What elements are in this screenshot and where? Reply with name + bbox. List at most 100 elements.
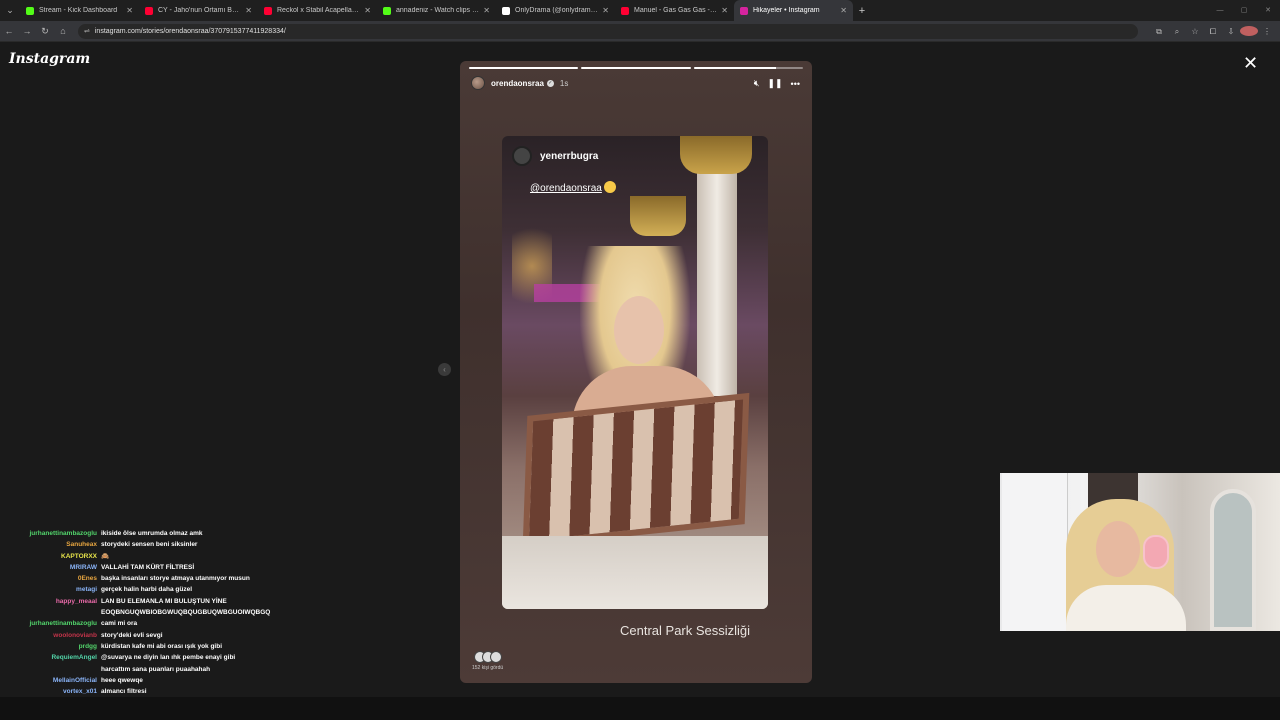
install-icon[interactable]: ⧉ bbox=[1150, 27, 1168, 37]
downloads-icon[interactable]: ⇩ bbox=[1222, 27, 1240, 36]
profile-avatar[interactable] bbox=[1240, 25, 1258, 38]
smile-emoji-icon bbox=[604, 181, 616, 193]
tab-favicon-icon bbox=[383, 6, 391, 15]
chat-username: jurhanettinambazoglu bbox=[29, 530, 97, 537]
backgammon-board bbox=[522, 392, 750, 548]
tab-close-icon[interactable]: ✕ bbox=[483, 6, 490, 15]
window-close-icon[interactable]: ✕ bbox=[1256, 0, 1280, 21]
repost-avatar[interactable] bbox=[512, 146, 532, 166]
story-username[interactable]: orendaonsraa bbox=[491, 79, 544, 88]
tab-close-icon[interactable]: ✕ bbox=[840, 6, 847, 15]
stream-chat-overlay: jurhanettinambazoglu ikiside ölse umrumda… bbox=[0, 528, 270, 697]
tab-title: Hikayeler • Instagram bbox=[753, 7, 820, 14]
address-bar[interactable]: ⇌ instagram.com/stories/orendaonsraa/370… bbox=[78, 23, 1138, 39]
tab-favicon-icon bbox=[264, 6, 272, 15]
chat-message: Sanuheax storydeki sensen beni siksinler bbox=[0, 539, 270, 550]
chat-username: 0Enes bbox=[77, 575, 97, 583]
chat-username: MellainOfficial bbox=[52, 676, 97, 684]
viewer-avatars[interactable] bbox=[474, 651, 502, 663]
tab-close-icon[interactable]: ✕ bbox=[126, 6, 133, 15]
chat-message: MRIRAW VALLAHİ TAM KÜRT FİLTRESİ bbox=[0, 562, 270, 573]
zoom-icon[interactable]: ⌕ bbox=[1168, 27, 1186, 37]
mention-sticker[interactable]: @orendaonsraa bbox=[530, 183, 602, 194]
verified-badge-icon: ✓ bbox=[546, 79, 554, 87]
chat-text: gerçek halin harbi daha güzel bbox=[101, 586, 193, 594]
back-icon[interactable]: ← bbox=[0, 26, 18, 36]
reload-icon[interactable]: ↻ bbox=[36, 26, 54, 37]
story-time: 1s bbox=[559, 78, 569, 88]
tab-close-icon[interactable]: ✕ bbox=[602, 6, 609, 15]
browser-tab[interactable]: Reckol x Stabil Acapella (Lyrics) ✕ bbox=[258, 0, 377, 21]
viewer-avatar bbox=[490, 651, 502, 663]
tab-title: annadeniz - Watch clips on Kick bbox=[396, 7, 480, 14]
headset-icon bbox=[1143, 535, 1169, 569]
chat-text: story'deki evli sevgi bbox=[101, 631, 163, 639]
browser-toolbar: ← → ↻ ⌂ ⇌ instagram.com/stories/orendaon… bbox=[0, 21, 1280, 42]
mute-icon[interactable]: 🔇︎ bbox=[754, 78, 760, 89]
chat-message: vortex_x01 almancı filtresi bbox=[0, 686, 270, 697]
maximize-icon[interactable]: ▢ bbox=[1232, 0, 1256, 21]
home-icon[interactable]: ⌂ bbox=[54, 26, 72, 36]
chat-username: jurhanettinambazoglu bbox=[29, 620, 97, 628]
tab-title: Stream - Kick Dashboard bbox=[39, 7, 118, 14]
viewers-count[interactable]: 152 kişi gördü bbox=[472, 665, 503, 671]
chat-username: vortex_x01 bbox=[63, 688, 97, 696]
previous-story-icon[interactable]: ‹ bbox=[438, 363, 451, 376]
bookmark-star-icon[interactable]: ☆ bbox=[1186, 27, 1204, 36]
chat-username: woolonovianb bbox=[53, 631, 97, 639]
browser-menu-icon[interactable]: ⋮ bbox=[1258, 27, 1276, 36]
browser-tab[interactable]: Hikayeler • Instagram ✕ bbox=[734, 0, 853, 21]
progress-segment bbox=[581, 67, 691, 69]
tab-favicon-icon bbox=[502, 6, 510, 15]
chat-message: jurhanettinambazoglu ikiside ölse umrumda… bbox=[0, 528, 270, 539]
window-controls: — ▢ ✕ bbox=[1208, 0, 1280, 21]
browser-tab[interactable]: OnlyDrama (@onlydramaX) / X✕ bbox=[496, 0, 615, 21]
tab-close-icon[interactable]: ✕ bbox=[245, 6, 252, 15]
site-info-icon[interactable]: ⇌ bbox=[84, 27, 90, 35]
story-media: yenerrbugra @orendaonsraa bbox=[502, 136, 768, 609]
close-story-icon[interactable]: ✕ bbox=[1243, 53, 1258, 74]
instagram-logo[interactable]: Instagram bbox=[9, 51, 90, 67]
progress-segment bbox=[693, 67, 803, 69]
tab-favicon-icon bbox=[145, 6, 153, 15]
chat-message: prdgg kürdistan kafe mi abi orası ışık yo… bbox=[0, 641, 270, 652]
tab-title: Manuel - Gas Gas Gas - YouTub bbox=[634, 7, 717, 14]
extensions-icon[interactable]: ⧠ bbox=[1204, 27, 1222, 37]
forward-icon[interactable]: → bbox=[18, 26, 36, 36]
story-avatar[interactable] bbox=[471, 76, 485, 90]
tab-search-icon[interactable]: ⌄ bbox=[0, 0, 20, 21]
chat-message: metagi gerçek halin harbi daha güzel bbox=[0, 584, 270, 595]
story-card[interactable]: orendaonsraa ✓ 1s 🔇︎ ❚❚ ••• yenerrbugra … bbox=[460, 61, 812, 683]
tab-close-icon[interactable]: ✕ bbox=[364, 6, 371, 15]
browser-tab[interactable]: Manuel - Gas Gas Gas - YouTub ✕ bbox=[615, 0, 734, 21]
url-text: instagram.com/stories/orendaonsraa/37079… bbox=[94, 27, 286, 35]
chat-text: @suvarya ne diyin lan ıhk pembe enayi gi… bbox=[101, 654, 236, 673]
chat-username: metagi bbox=[76, 586, 97, 594]
browser-tab[interactable]: CY - Jaho'nun Ortamı Buysa Be ✕ bbox=[139, 0, 258, 21]
webcam-overlay bbox=[1000, 473, 1280, 631]
chat-text: VALLAHİ TAM KÜRT FİLTRESİ bbox=[101, 563, 195, 571]
tab-favicon-icon bbox=[621, 6, 629, 15]
story-caption: Central Park Sessizliği bbox=[620, 623, 751, 638]
pause-icon[interactable]: ❚❚ bbox=[767, 78, 782, 89]
chat-username: prdgg bbox=[78, 642, 97, 650]
chat-text: ikiside ölse umrumda olmaz amk bbox=[101, 530, 203, 537]
more-options-icon[interactable]: ••• bbox=[791, 79, 800, 89]
chat-text: kürdistan kafe mi abi orası ışık yok gib… bbox=[101, 642, 223, 650]
chat-text: heee qwewqe bbox=[101, 676, 143, 684]
browser-tab[interactable]: annadeniz - Watch clips on Kick✕ bbox=[377, 0, 496, 21]
progress-segment bbox=[469, 67, 579, 69]
chat-username: RequiemAngel bbox=[51, 654, 97, 662]
repost-username[interactable]: yenerrbugra bbox=[540, 151, 598, 162]
new-tab-button[interactable]: + bbox=[853, 5, 871, 17]
chat-text: 🙈 bbox=[101, 552, 110, 560]
tab-title: CY - Jaho'nun Ortamı Buysa Be bbox=[158, 7, 241, 14]
tab-favicon-icon bbox=[740, 6, 748, 15]
tab-close-icon[interactable]: ✕ bbox=[721, 6, 728, 15]
chat-text: cami mi ora bbox=[101, 620, 138, 628]
browser-tab[interactable]: Stream - Kick Dashboard ✕ bbox=[20, 0, 139, 21]
story-header: orendaonsraa ✓ 1s bbox=[471, 76, 568, 90]
repost-header: yenerrbugra bbox=[512, 146, 598, 166]
chat-message: MellainOfficial heee qwewqe bbox=[0, 675, 270, 686]
minimize-icon[interactable]: — bbox=[1208, 0, 1232, 21]
